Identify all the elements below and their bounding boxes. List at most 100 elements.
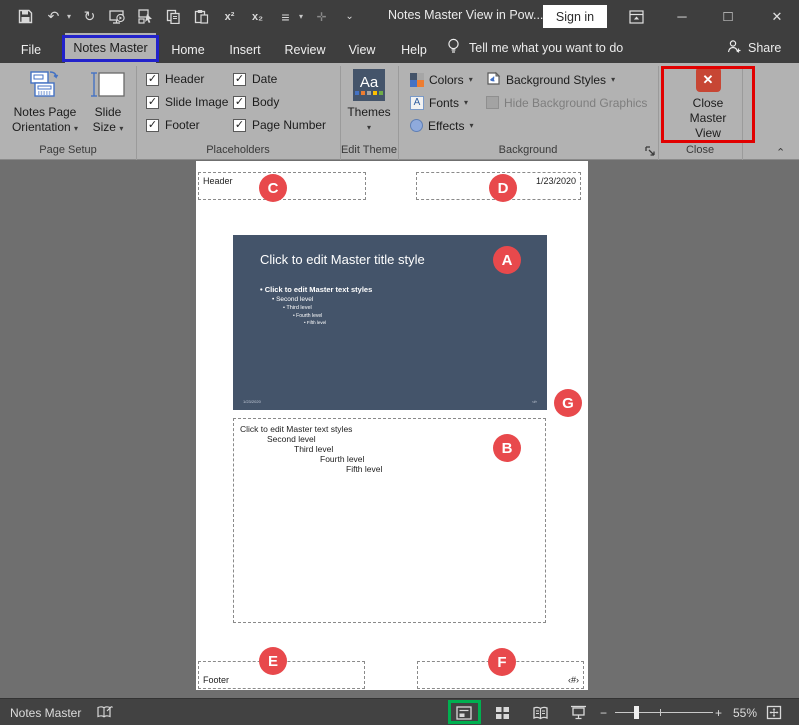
align-text-icon[interactable]: ≡	[276, 6, 295, 28]
maximize-button[interactable]: □	[711, 0, 745, 33]
superscript-icon[interactable]: x²	[220, 6, 239, 28]
orientation-label-line2: Orientation ▾	[11, 120, 79, 134]
colors-icon	[410, 72, 424, 87]
slide-date-text: 1/23/2020	[243, 399, 261, 404]
tell-me-box[interactable]: Tell me what you want to do	[447, 33, 623, 63]
notes-page-orientation-button[interactable]: Notes Page Orientation ▾	[6, 68, 84, 136]
start-from-beginning-icon[interactable]	[108, 6, 127, 28]
tab-file[interactable]: File	[12, 36, 50, 63]
body-outline-level1: Click to edit Master text styles	[240, 424, 353, 434]
header-placeholder-text: Header	[203, 176, 233, 186]
effects-button[interactable]: Effects ▾	[410, 117, 473, 134]
fonts-label: Fonts	[429, 95, 460, 110]
checkbox-date[interactable]: ✓ Date	[233, 71, 277, 87]
close-button[interactable]: ✕	[760, 0, 794, 33]
save-icon[interactable]	[16, 6, 35, 28]
checkbox-page-number[interactable]: ✓ Page Number	[233, 117, 326, 133]
dropdown-caret-icon: ▾	[464, 98, 469, 107]
undo-dropdown-caret-icon[interactable]: ▾	[67, 12, 71, 21]
zoom-out-button[interactable]: −	[600, 699, 607, 725]
annotation-circle-e: E	[259, 647, 287, 675]
checkbox-header-label: Header	[165, 72, 205, 86]
reading-view-button[interactable]	[530, 699, 550, 725]
customize-quick-access-icon[interactable]: ⌄	[340, 6, 359, 28]
slide-bullet-level4: • Fourth level	[293, 313, 323, 319]
checkbox-checked-icon: ✓	[146, 72, 159, 86]
orientation-label-line1: Notes Page	[13, 105, 77, 119]
checkbox-slide-image[interactable]: ✓ Slide Image	[146, 94, 228, 110]
tell-me-label: Tell me what you want to do	[469, 41, 624, 55]
dropdown-caret-icon: ▾	[469, 121, 474, 130]
zoom-slider-thumb[interactable]	[634, 706, 639, 719]
share-button[interactable]: Share	[727, 33, 781, 63]
share-person-icon	[727, 39, 742, 57]
body-outline-level2: Second level	[267, 434, 316, 444]
undo-icon[interactable]: ↶	[44, 6, 63, 28]
annotation-circle-f: F	[488, 648, 516, 676]
slide-show-view-button[interactable]	[568, 699, 588, 725]
footer-placeholder-text: Footer	[203, 675, 230, 685]
body-outline-level4: Fourth level	[320, 454, 365, 464]
checkbox-checked-icon: ✓	[233, 95, 246, 109]
slide-size-label-line2: Size ▾	[92, 120, 124, 134]
copy-icon[interactable]	[164, 6, 183, 28]
background-styles-label: Background Styles	[506, 72, 607, 87]
checkbox-footer-label: Footer	[165, 118, 200, 132]
slide-sorter-view-button[interactable]	[492, 699, 512, 725]
annotation-circle-d: D	[489, 174, 517, 202]
slide-size-button[interactable]: Slide Size ▾	[84, 68, 132, 136]
zoom-percent-label[interactable]: 55%	[733, 699, 757, 725]
checkbox-body[interactable]: ✓ Body	[233, 94, 279, 110]
fonts-button[interactable]: A Fonts ▾	[410, 94, 468, 111]
tab-insert[interactable]: Insert	[224, 36, 266, 63]
close-master-view-button[interactable]: ✕ Close Master View	[678, 67, 738, 141]
ribbon-display-options-icon[interactable]	[619, 0, 653, 33]
normal-view-button[interactable]	[454, 699, 474, 725]
colors-button[interactable]: Colors ▾	[410, 71, 473, 88]
annotation-circle-a: A	[493, 246, 521, 274]
close-master-view-label-line2: Master View	[689, 111, 727, 140]
tab-home[interactable]: Home	[167, 36, 209, 63]
fit-to-window-button[interactable]	[766, 699, 782, 725]
collapse-ribbon-icon[interactable]: ⌃	[776, 146, 785, 159]
effects-icon	[410, 119, 423, 132]
notes-page-orientation-icon	[27, 68, 63, 102]
slide-size-label-line1: Slide	[94, 105, 122, 119]
align-dropdown-caret-icon[interactable]: ▾	[299, 12, 303, 21]
themes-button[interactable]: Aa Themes ▾	[346, 68, 392, 135]
spell-check-icon[interactable]	[96, 699, 113, 725]
hide-background-graphics-checkbox: Hide Background Graphics	[486, 94, 647, 111]
zoom-slider-track[interactable]	[615, 712, 713, 713]
sign-in-button[interactable]: Sign in	[543, 5, 607, 28]
checkbox-slide-image-label: Slide Image	[165, 95, 229, 109]
zoom-slider-center-tick	[660, 709, 661, 716]
dropdown-caret-icon: ▾	[611, 75, 616, 84]
paste-icon[interactable]	[192, 6, 211, 28]
tab-view[interactable]: View	[343, 36, 381, 63]
background-dialog-launcher-icon[interactable]	[645, 146, 656, 157]
checkbox-checked-icon: ✓	[233, 72, 246, 86]
window-title: Notes Master View in Pow...	[388, 8, 544, 22]
reading-view-icon	[530, 703, 550, 723]
checkbox-header[interactable]: ✓ Header	[146, 71, 204, 87]
subscript-icon[interactable]: x₂	[248, 6, 267, 28]
tab-help[interactable]: Help	[396, 36, 432, 63]
dropdown-caret-icon: ▾	[366, 123, 371, 132]
close-master-view-label-line1: Close	[692, 96, 724, 110]
close-master-view-icon: ✕	[695, 67, 721, 92]
hide-background-graphics-label: Hide Background Graphics	[504, 95, 648, 110]
tab-notes-master[interactable]: Notes Master	[65, 33, 156, 63]
checkbox-body-label: Body	[252, 95, 280, 109]
tab-review[interactable]: Review	[282, 36, 328, 63]
minimize-button[interactable]: ─	[665, 0, 699, 33]
quick-access-toolbar: ↶ ▾ ↻ x² x₂ ≡ ▾ ✛ ⌄	[16, 0, 359, 33]
redo-icon[interactable]: ↻	[80, 6, 99, 28]
checkbox-footer[interactable]: ✓ Footer	[146, 117, 200, 133]
zoom-in-button[interactable]: +	[715, 699, 722, 725]
group-label-placeholders: Placeholders	[206, 144, 270, 156]
reuse-slides-icon[interactable]	[136, 6, 155, 28]
body-outline-level3: Third level	[294, 444, 334, 454]
slide-sorter-icon	[492, 703, 512, 723]
background-styles-button[interactable]: Background Styles ▾	[486, 71, 615, 88]
fonts-icon: A	[410, 95, 424, 110]
